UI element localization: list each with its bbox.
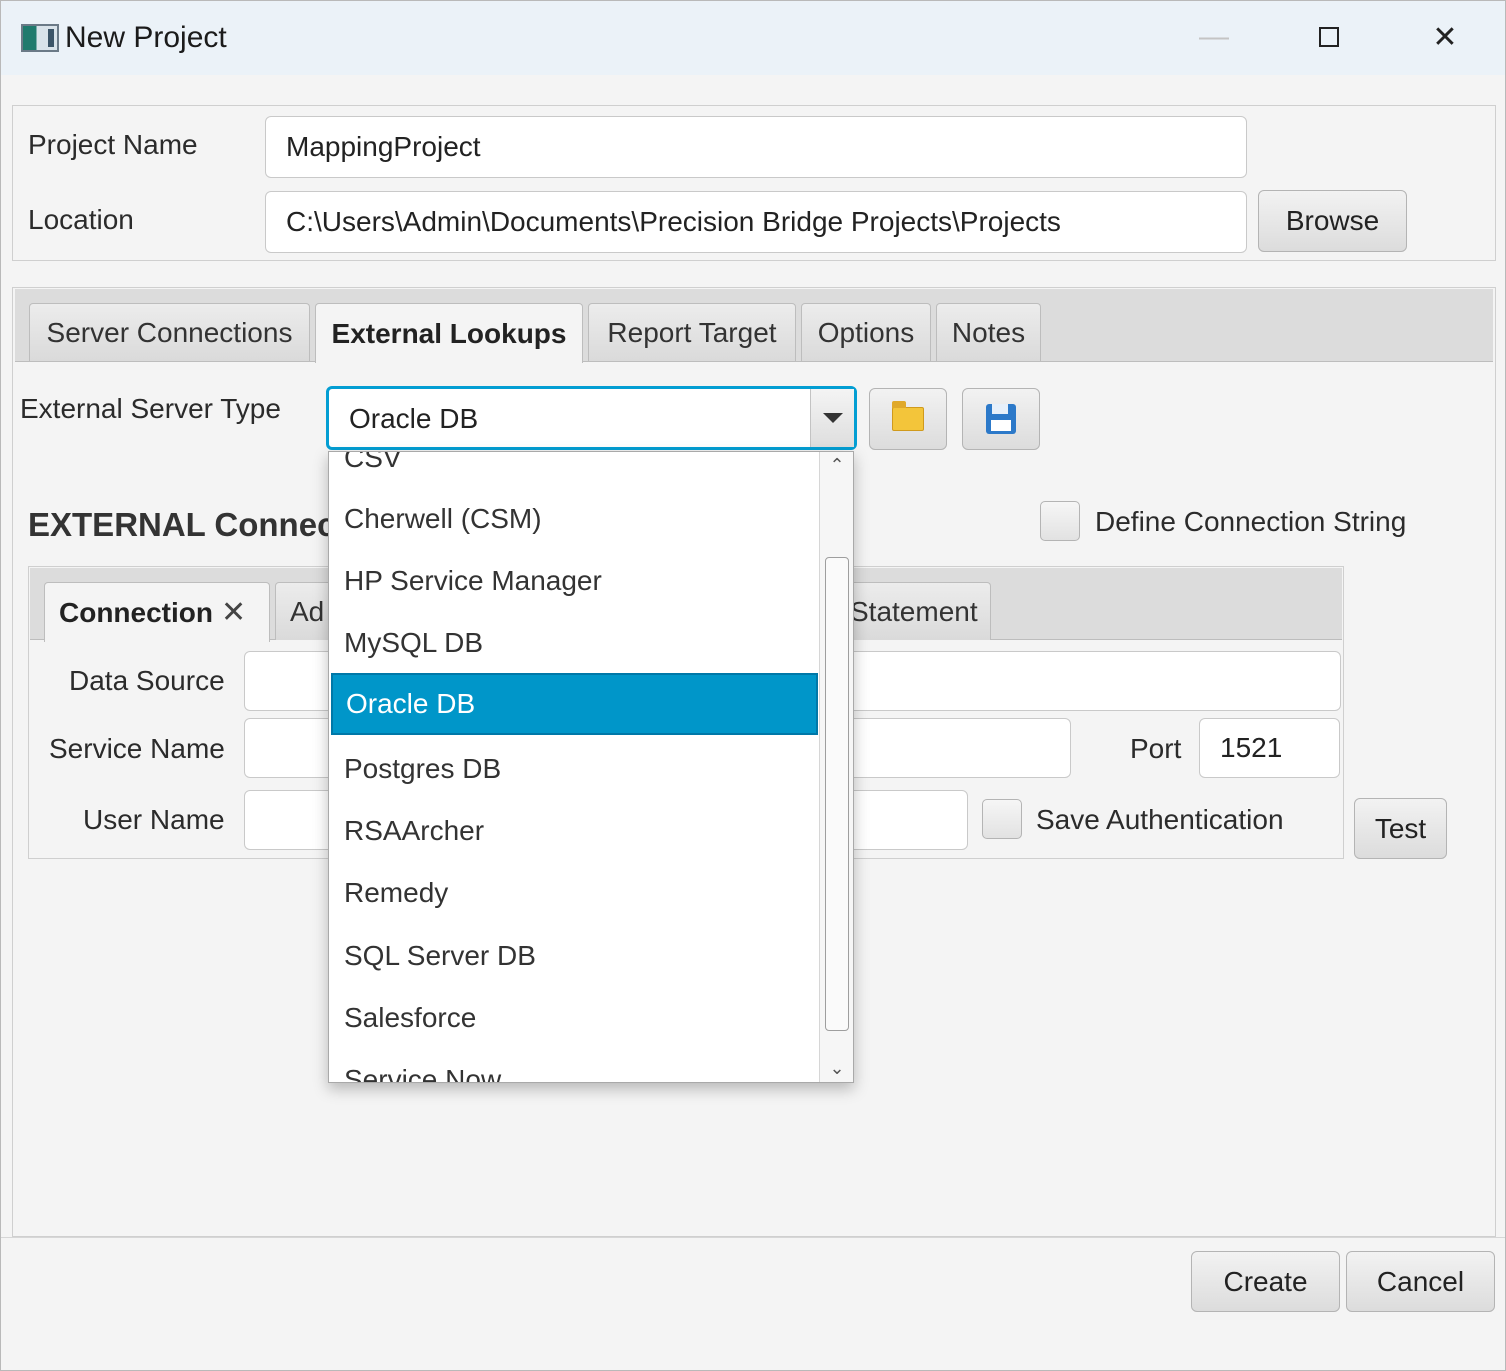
- location-label: Location: [28, 204, 134, 235]
- maximize-icon: [1319, 27, 1339, 47]
- save-icon: [986, 404, 1016, 434]
- tab-external-lookups[interactable]: External Lookups: [315, 303, 583, 363]
- dropdown-option-rsaarcher[interactable]: RSAArcher: [331, 800, 818, 862]
- close-button[interactable]: ✕: [1415, 17, 1475, 57]
- footer-separator: [1, 1237, 1505, 1238]
- folder-icon: [892, 401, 924, 431]
- chevron-down-icon: [822, 413, 843, 423]
- title-bar: New Project — ✕: [1, 1, 1505, 75]
- combo-selected-value: Oracle DB: [349, 403, 479, 434]
- dropdown-scrollbar[interactable]: ⌃ ⌄: [819, 452, 853, 1082]
- tab-connection[interactable]: Connection ✕: [44, 582, 270, 642]
- tab-connection-label: Connection: [59, 596, 213, 628]
- location-input[interactable]: C:\Users\Admin\Documents\Precision Bridg…: [265, 191, 1247, 253]
- open-config-button[interactable]: [869, 388, 947, 450]
- dropdown-option-salesforce[interactable]: Salesforce: [331, 987, 818, 1049]
- dropdown-option-csv[interactable]: CSV: [331, 452, 818, 489]
- external-connection-section-title: EXTERNAL Connec: [28, 506, 336, 543]
- dropdown-option-postgres[interactable]: Postgres DB: [331, 738, 818, 800]
- dropdown-option-sql-server[interactable]: SQL Server DB: [331, 925, 818, 987]
- scrollbar-thumb[interactable]: [825, 557, 849, 1031]
- save-authentication-checkbox[interactable]: [982, 799, 1022, 839]
- dropdown-option-mysql[interactable]: MySQL DB: [331, 612, 818, 674]
- dropdown-option-service-now[interactable]: Service Now: [331, 1049, 818, 1082]
- test-button[interactable]: Test: [1354, 798, 1447, 859]
- project-name-label: Project Name: [28, 129, 198, 160]
- close-icon[interactable]: ✕: [221, 595, 246, 630]
- cancel-button[interactable]: Cancel: [1346, 1251, 1495, 1312]
- save-config-button[interactable]: [962, 388, 1040, 450]
- server-type-dropdown-list[interactable]: CSV Cherwell (CSM) HP Service Manager My…: [328, 451, 854, 1083]
- service-name-label: Service Name: [49, 733, 225, 764]
- define-connection-string-label: Define Connection String: [1095, 506, 1407, 537]
- save-authentication-label: Save Authentication: [1036, 804, 1284, 835]
- dropdown-option-oracle-selected[interactable]: Oracle DB: [331, 673, 818, 735]
- create-button[interactable]: Create: [1191, 1251, 1340, 1312]
- app-icon: [21, 24, 59, 52]
- combo-arrow-button[interactable]: [810, 389, 854, 447]
- port-input[interactable]: 1521: [1199, 718, 1340, 778]
- window-title: New Project: [65, 21, 227, 54]
- maximize-button[interactable]: [1299, 17, 1359, 57]
- external-server-type-label: External Server Type: [20, 393, 281, 424]
- dropdown-option-remedy[interactable]: Remedy: [331, 862, 818, 924]
- port-label: Port: [1130, 733, 1182, 764]
- new-project-dialog: New Project — ✕ Project Name MappingProj…: [0, 0, 1506, 1371]
- project-name-input[interactable]: MappingProject: [265, 116, 1247, 178]
- tab-notes[interactable]: Notes: [936, 303, 1041, 361]
- define-connection-string-checkbox[interactable]: [1040, 501, 1080, 541]
- data-source-label: Data Source: [69, 665, 225, 696]
- browse-button[interactable]: Browse: [1258, 190, 1407, 252]
- minimize-button[interactable]: —: [1184, 17, 1244, 57]
- user-name-label: User Name: [83, 804, 225, 835]
- dropdown-option-hp-service-manager[interactable]: HP Service Manager: [331, 550, 818, 612]
- external-server-type-combo[interactable]: Oracle DB: [326, 386, 857, 450]
- dropdown-option-cherwell[interactable]: Cherwell (CSM): [331, 488, 818, 550]
- chevron-down-icon[interactable]: ⌄: [828, 1058, 846, 1078]
- chevron-up-icon[interactable]: ⌃: [828, 455, 846, 475]
- tab-server-connections[interactable]: Server Connections: [29, 303, 310, 361]
- tab-options[interactable]: Options: [801, 303, 931, 361]
- tab-report-target[interactable]: Report Target: [588, 303, 796, 361]
